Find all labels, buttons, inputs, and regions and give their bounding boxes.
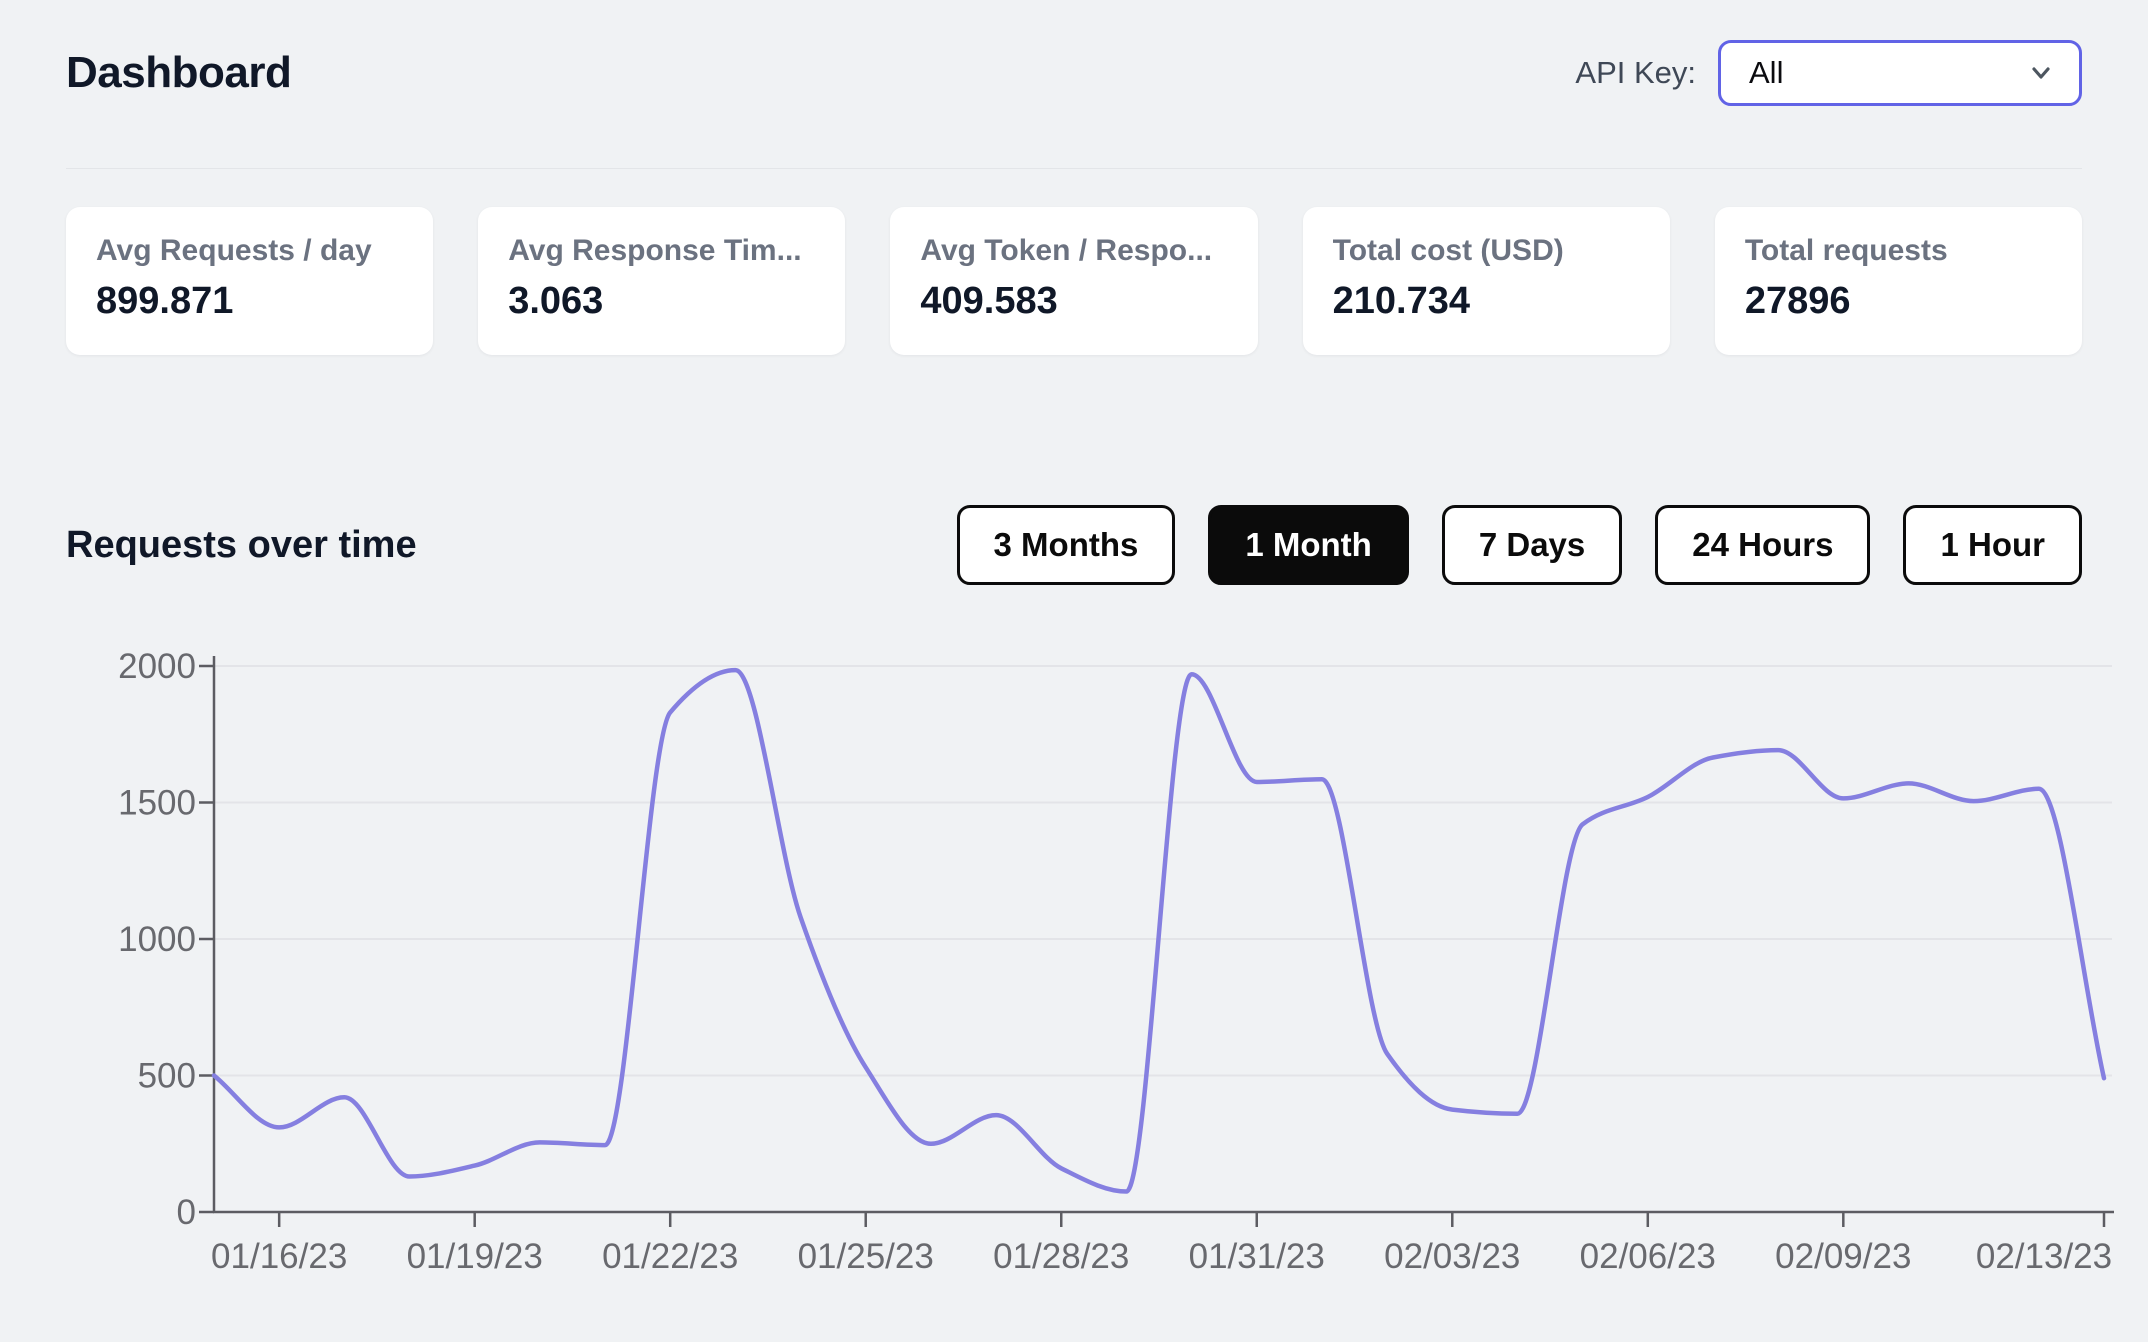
- range-button-1-month[interactable]: 1 Month: [1208, 505, 1409, 585]
- stat-label: Avg Token / Respo...: [920, 234, 1213, 267]
- chevron-down-icon: [2025, 57, 2057, 89]
- api-key-select[interactable]: All: [1718, 40, 2082, 106]
- stat-value: 3.063: [508, 280, 604, 322]
- stat-value: 899.871: [96, 280, 234, 322]
- api-key-label: API Key:: [1575, 55, 1696, 90]
- stat-value: 409.583: [920, 280, 1058, 322]
- y-axis-tick-label: 500: [138, 1057, 196, 1096]
- stat-card-avg-requests: Avg Requests / day 899.871: [66, 207, 434, 355]
- range-button-1-hour[interactable]: 1 Hour: [1903, 505, 2082, 585]
- x-axis-tick-label: 01/31/23: [1189, 1237, 1325, 1276]
- api-key-selected-value: All: [1749, 55, 1784, 90]
- requests-line-series: [211, 667, 2107, 1194]
- x-axis-tick-label: 01/19/23: [407, 1237, 543, 1276]
- range-button-7-days[interactable]: 7 Days: [1441, 505, 1623, 585]
- stat-label: Total cost (USD): [1332, 234, 1564, 267]
- time-range-buttons: 3 Months 1 Month 7 Days 24 Hours 1 Hour: [956, 505, 2082, 585]
- stat-value: 27896: [1744, 280, 1851, 322]
- stat-label: Avg Response Tim...: [508, 234, 802, 267]
- stat-value: 210.734: [1332, 280, 1470, 322]
- x-axis-tick-label: 01/28/23: [993, 1237, 1129, 1276]
- stat-card-avg-token: Avg Token / Respo... 409.583: [890, 207, 1258, 355]
- stat-label: Avg Requests / day: [96, 234, 372, 267]
- requests-over-time-chart[interactable]: 0 500 1000 1500 2000 01/16/23 01/19/23 01/22/23…: [0, 640, 2148, 1312]
- x-axis-tick-label: 01/16/23: [211, 1237, 347, 1276]
- x-axis-tick-label: 02/13/23: [1976, 1237, 2112, 1276]
- page-title: Dashboard: [66, 48, 292, 97]
- y-axis-tick-label: 1000: [118, 920, 196, 959]
- x-axis-tick-label: 01/25/23: [798, 1237, 934, 1276]
- section-title: Requests over time: [66, 523, 417, 566]
- x-axis-tick-label: 02/06/23: [1580, 1237, 1716, 1276]
- range-button-3-months[interactable]: 3 Months: [956, 505, 1176, 585]
- y-axis-tick-label: 0: [177, 1193, 196, 1232]
- x-axis-tick-label: 02/09/23: [1775, 1237, 1911, 1276]
- page-header: Dashboard API Key: All: [0, 40, 2148, 106]
- stat-card-avg-response-time: Avg Response Tim... 3.063: [478, 207, 846, 355]
- stat-card-total-cost: Total cost (USD) 210.734: [1302, 207, 1670, 355]
- y-axis-tick-label: 1500: [118, 784, 196, 823]
- api-key-control: API Key: All: [1575, 40, 2082, 106]
- stat-label: Total requests: [1744, 234, 1948, 267]
- dashboard-page: Dashboard API Key: All Avg Requests / da…: [0, 40, 2148, 1312]
- x-axis-tick-label: 01/22/23: [602, 1237, 738, 1276]
- line-chart-canvas[interactable]: 0 500 1000 1500 2000 01/16/23 01/19/23 01/22/23…: [0, 640, 2148, 1312]
- header-divider: [66, 168, 2082, 169]
- chart-header: Requests over time 3 Months 1 Month 7 Da…: [0, 505, 2148, 585]
- y-axis-tick-label: 2000: [118, 647, 196, 686]
- stat-card-total-requests: Total requests 27896: [1714, 207, 2083, 355]
- x-axis-tick-label: 02/03/23: [1384, 1237, 1520, 1276]
- range-button-24-hours[interactable]: 24 Hours: [1655, 505, 1871, 585]
- stat-cards-row: Avg Requests / day 899.871 Avg Response …: [0, 207, 2148, 355]
